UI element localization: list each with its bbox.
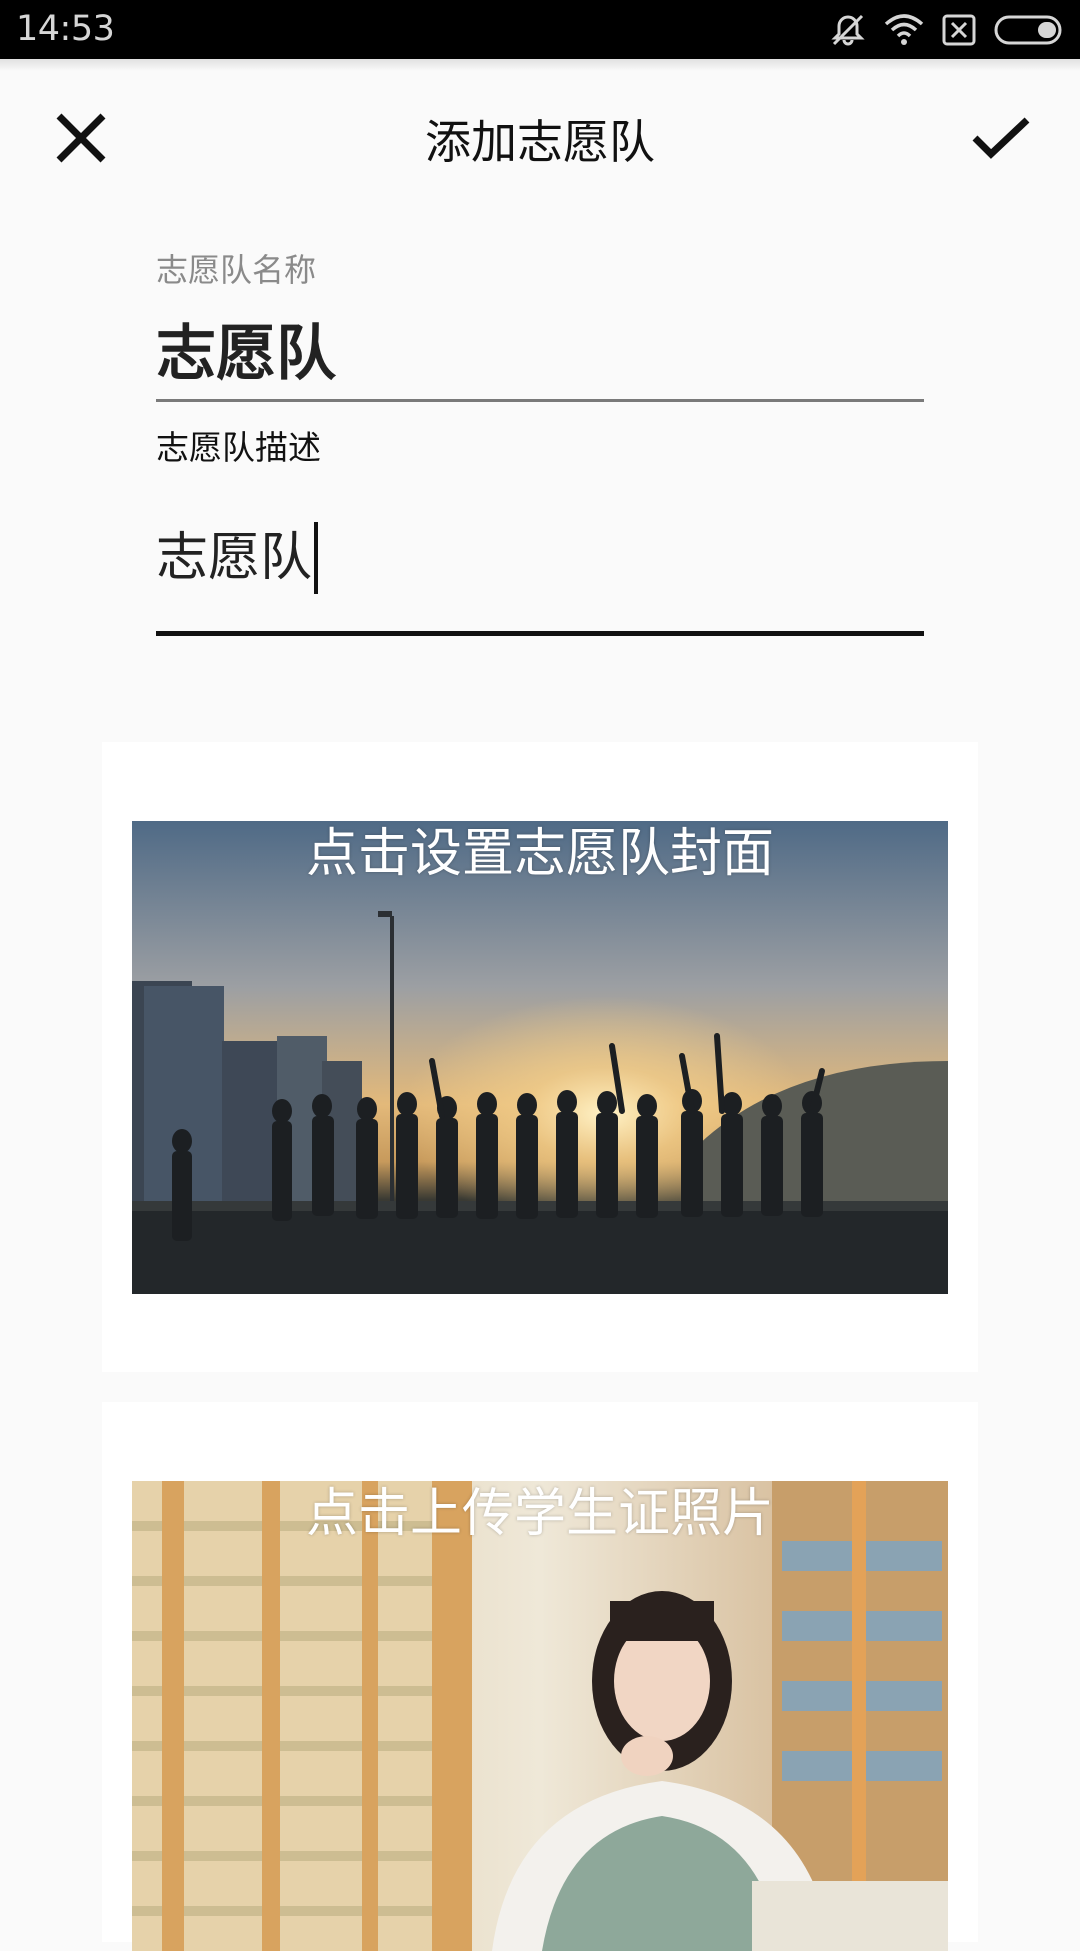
close-icon <box>53 110 109 170</box>
battery-icon <box>994 15 1066 45</box>
sim-off-icon <box>942 14 976 46</box>
cover-card: 点击设置志愿队封面 <box>102 742 978 1372</box>
status-time: 14:53 <box>16 9 115 49</box>
student-id-photo[interactable]: 点击上传学生证照片 <box>132 1481 948 1951</box>
toolbar-shadow <box>0 59 1080 71</box>
vibrate-off-icon <box>830 13 866 47</box>
cover-photo[interactable]: 点击设置志愿队封面 <box>132 821 948 1294</box>
confirm-button[interactable] <box>960 99 1042 181</box>
team-description-label: 志愿队描述 <box>156 428 321 467</box>
team-name-underline <box>156 399 924 402</box>
team-description-underline <box>156 631 924 636</box>
text-cursor <box>314 522 319 594</box>
page-title: 添加志愿队 <box>425 115 655 169</box>
status-icons <box>830 12 1066 48</box>
wifi-icon <box>884 14 924 46</box>
close-button[interactable] <box>40 99 122 181</box>
team-name-label: 志愿队名称 <box>156 251 317 289</box>
cover-caption: 点击设置志愿队封面 <box>305 824 774 884</box>
team-description-value: 志愿队 <box>156 528 313 588</box>
student-id-caption: 点击上传学生证照片 <box>305 1484 774 1544</box>
check-icon <box>971 114 1031 166</box>
team-name-input[interactable]: 志愿队 <box>156 314 924 394</box>
status-bar: 14:53 <box>0 0 1080 59</box>
team-description-input[interactable]: 志愿队 <box>156 522 924 594</box>
student-id-card: 点击上传学生证照片 <box>102 1402 978 1951</box>
